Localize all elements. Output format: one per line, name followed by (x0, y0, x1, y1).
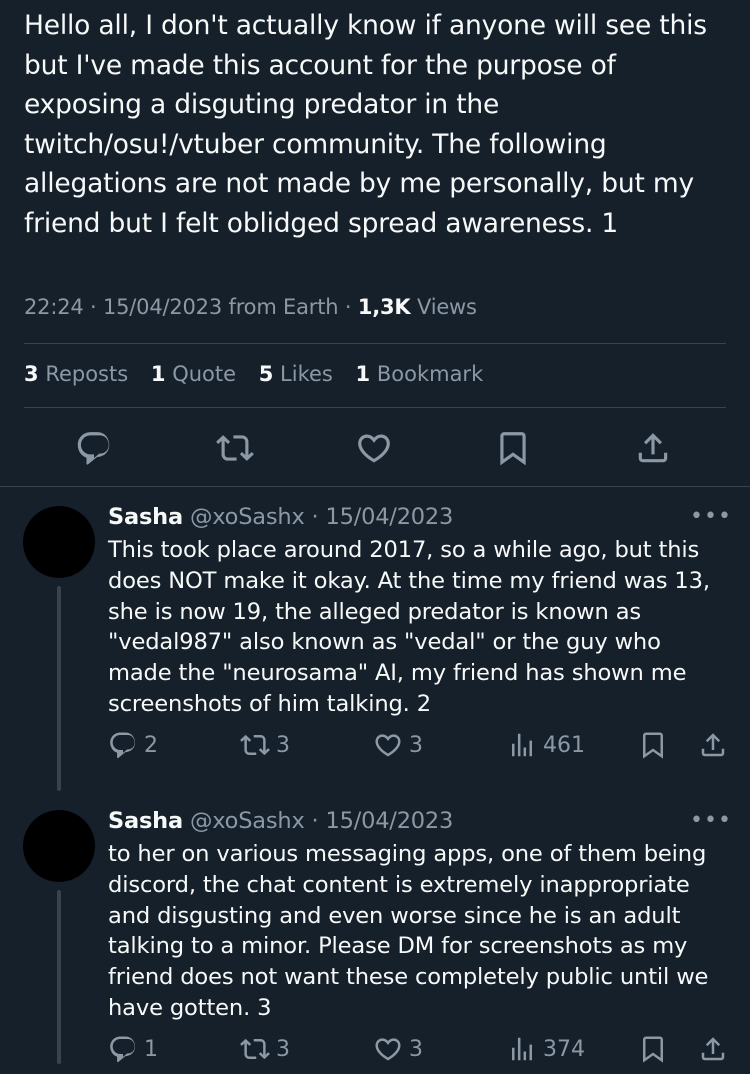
tweet-meta: 22:24 · 15/04/2023 from Earth · 1,3K Vie… (24, 295, 477, 319)
repost-icon (240, 1034, 270, 1064)
tweet-text: Hello all, I don't actually know if anyo… (24, 10, 716, 239)
reply-action-bar: 1 3 3 374 (0, 1034, 750, 1074)
like-button[interactable]: 3 (373, 1034, 423, 1064)
reply-tweet[interactable]: Sasha @xoSashx · 15/04/2023 ••• to her o… (0, 791, 750, 1064)
views-icon (507, 1034, 537, 1064)
reply-icon (75, 429, 113, 467)
bookmark-button[interactable] (491, 424, 535, 472)
like-count: 3 (409, 732, 423, 758)
views-count: 374 (543, 1036, 585, 1062)
like-button[interactable]: 3 (373, 730, 423, 760)
tweet-stats: 3 Reposts 1 Quote 5 Likes 1 Bookmark (24, 362, 499, 386)
bookmark-icon (494, 429, 532, 467)
avatar[interactable] (23, 810, 95, 882)
bookmark-icon (638, 1034, 668, 1064)
like-count: 3 (409, 1036, 423, 1062)
views-button[interactable]: 374 (507, 1034, 585, 1064)
tweet-date[interactable]: 15/04/2023 (103, 295, 222, 319)
repost-button[interactable]: 3 (240, 730, 290, 760)
reply-button[interactable]: 1 (108, 1034, 158, 1064)
author-name[interactable]: Sasha (108, 808, 183, 834)
reply-button[interactable]: 2 (108, 730, 158, 760)
reply-icon (108, 1034, 138, 1064)
share-button[interactable] (631, 424, 675, 472)
reply-header: Sasha @xoSashx · 15/04/2023 (108, 504, 454, 530)
reply-date[interactable]: 15/04/2023 (325, 504, 453, 530)
bookmarks-stat[interactable]: 1 Bookmark (356, 362, 484, 386)
repost-icon (240, 730, 270, 760)
reply-count: 2 (144, 732, 158, 758)
views-label: Views (416, 295, 477, 319)
like-icon (373, 1034, 403, 1064)
like-icon (355, 429, 393, 467)
divider (24, 407, 726, 408)
share-icon (698, 730, 728, 760)
reply-icon (108, 730, 138, 760)
reply-count: 1 (144, 1036, 158, 1062)
share-button[interactable] (698, 1034, 734, 1064)
views-count: 461 (543, 732, 585, 758)
tweet-action-bar (0, 424, 750, 472)
reply-text: to her on various messaging apps, one of… (108, 841, 709, 1021)
more-options-button[interactable]: ••• (690, 808, 732, 833)
repost-count: 3 (276, 1036, 290, 1062)
share-button[interactable] (698, 730, 734, 760)
reply-tweet[interactable]: Sasha @xoSashx · 15/04/2023 ••• This too… (0, 487, 750, 791)
author-handle[interactable]: @xoSashx (190, 808, 305, 834)
share-icon (634, 429, 672, 467)
bookmark-button[interactable] (638, 730, 674, 760)
author-handle[interactable]: @xoSashx (190, 504, 305, 530)
like-icon (373, 730, 403, 760)
repost-count: 3 (276, 732, 290, 758)
tweet-source: from Earth (228, 295, 339, 319)
like-button[interactable] (352, 424, 396, 472)
reposts-stat[interactable]: 3 Reposts (24, 362, 128, 386)
repost-button[interactable] (213, 424, 257, 472)
reply-text: This took place around 2017, so a while … (108, 537, 710, 717)
repost-button[interactable]: 3 (240, 1034, 290, 1064)
divider (24, 343, 726, 344)
avatar[interactable] (23, 506, 95, 578)
likes-stat[interactable]: 5 Likes (259, 362, 333, 386)
reply-header: Sasha @xoSashx · 15/04/2023 (108, 808, 454, 834)
reply-button[interactable] (72, 424, 116, 472)
bookmark-button[interactable] (638, 1034, 674, 1064)
quotes-stat[interactable]: 1 Quote (151, 362, 236, 386)
bookmark-icon (638, 730, 668, 760)
views-count: 1,3K (357, 295, 411, 319)
repost-icon (216, 429, 254, 467)
views-icon (507, 730, 537, 760)
reply-action-bar: 2 3 3 461 (0, 730, 750, 770)
author-name[interactable]: Sasha (108, 504, 183, 530)
more-options-button[interactable]: ••• (690, 504, 732, 529)
views-button[interactable]: 461 (507, 730, 585, 760)
reply-date[interactable]: 15/04/2023 (325, 808, 453, 834)
tweet-time[interactable]: 22:24 (24, 295, 84, 319)
share-icon (698, 1034, 728, 1064)
